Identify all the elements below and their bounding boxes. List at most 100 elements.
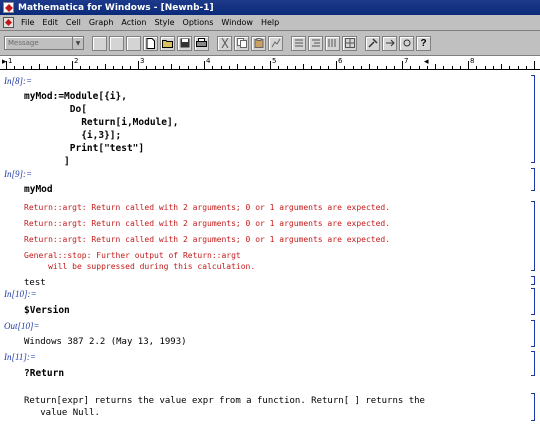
print-output: test bbox=[24, 278, 46, 288]
menu-bar: File Edit Cell Graph Action Style Option… bbox=[0, 15, 540, 31]
in8-line-3: Return[i,Module], bbox=[24, 117, 179, 128]
in8-line-4: {i,3}]; bbox=[24, 130, 122, 141]
title-bar: Mathematica for Windows - [Newnb-1] bbox=[0, 0, 540, 15]
help-text-line-2: value Null. bbox=[24, 408, 100, 418]
cell-bracket[interactable] bbox=[531, 393, 535, 421]
notebook[interactable]: In[8]:= myMod:=Module[{i}, Do[ Return[i,… bbox=[0, 71, 540, 444]
ruler-tick bbox=[39, 64, 40, 69]
options-icon[interactable] bbox=[399, 35, 414, 51]
cell-bracket[interactable] bbox=[531, 168, 535, 191]
mathematica-app-icon[interactable] bbox=[3, 2, 14, 13]
run-icon[interactable] bbox=[382, 35, 397, 51]
cell-bracket[interactable] bbox=[531, 320, 535, 347]
tools-icon[interactable] bbox=[365, 35, 380, 51]
in9-label: In[9]:= bbox=[4, 169, 33, 179]
menu-window[interactable]: Window bbox=[217, 18, 257, 27]
ruler-tick bbox=[212, 66, 214, 69]
ruler-tick bbox=[352, 66, 354, 69]
ruler-tick bbox=[468, 61, 469, 69]
ruler-tick bbox=[303, 64, 304, 69]
menu-edit[interactable]: Edit bbox=[38, 18, 62, 27]
cell-bracket[interactable] bbox=[531, 75, 535, 163]
ruler-tick bbox=[63, 66, 65, 69]
ruler-tick bbox=[443, 66, 445, 69]
ruler-tick bbox=[459, 66, 461, 69]
chevron-down-icon[interactable]: ▼ bbox=[72, 37, 83, 49]
in8-input-cell[interactable]: myMod:=Module[{i}, Do[ Return[i,Module],… bbox=[24, 90, 178, 168]
ruler-tick bbox=[22, 66, 24, 69]
ruler-tick bbox=[344, 66, 346, 69]
in10-input-cell[interactable]: $Version bbox=[24, 305, 70, 316]
ruler-tick bbox=[369, 64, 370, 69]
cell-bracket[interactable] bbox=[531, 201, 535, 271]
ruler-number: 4 bbox=[206, 57, 211, 65]
graph-icon[interactable] bbox=[268, 35, 283, 51]
copy-icon[interactable] bbox=[234, 35, 249, 51]
ruler-tick bbox=[187, 66, 189, 69]
ruler-tick bbox=[509, 66, 511, 69]
system-menu-icon[interactable] bbox=[2, 17, 14, 29]
ruler-tick bbox=[220, 66, 222, 69]
menu-graph[interactable]: Graph bbox=[85, 18, 118, 27]
menu-style[interactable]: Style bbox=[150, 18, 178, 27]
cell-bracket[interactable] bbox=[531, 351, 535, 376]
ruler-tick bbox=[525, 66, 527, 69]
print-icon[interactable] bbox=[194, 35, 209, 51]
ruler-tick bbox=[171, 64, 172, 69]
ruler-tick bbox=[319, 66, 321, 69]
ruler-tick bbox=[30, 66, 32, 69]
toolbar-button-blank-2[interactable] bbox=[109, 35, 124, 51]
new-file-icon[interactable] bbox=[143, 35, 158, 51]
ruler-tick bbox=[96, 66, 98, 69]
cut-icon[interactable] bbox=[217, 35, 232, 51]
ruler-tick bbox=[393, 66, 395, 69]
in11-label: In[11]:= bbox=[4, 352, 36, 362]
ruler-number: 2 bbox=[74, 57, 79, 65]
ruler-tick bbox=[121, 66, 123, 69]
save-disk-icon[interactable] bbox=[177, 35, 192, 51]
ruler-tick bbox=[105, 64, 106, 69]
paste-icon[interactable] bbox=[251, 35, 266, 51]
ruler-tick bbox=[14, 66, 16, 69]
ruler-tick bbox=[484, 66, 486, 69]
ruler-tick bbox=[270, 61, 271, 69]
toolbar-button-blank-1[interactable] bbox=[92, 35, 107, 51]
ruler-tick bbox=[501, 64, 502, 69]
ruler-tick bbox=[410, 66, 412, 69]
ruler-tick bbox=[311, 66, 313, 69]
right-margin-marker[interactable]: ◂ bbox=[424, 58, 429, 67]
toolbar: Message ▼ ? bbox=[0, 31, 540, 56]
menu-cell[interactable]: Cell bbox=[62, 18, 85, 27]
help-question-icon[interactable]: ? bbox=[416, 35, 431, 51]
ruler-number: 7 bbox=[404, 57, 409, 65]
ruler-tick bbox=[278, 66, 280, 69]
ruler-tick bbox=[154, 66, 156, 69]
cell-style-select[interactable]: Message ▼ bbox=[4, 36, 84, 50]
lines-icon[interactable] bbox=[325, 35, 340, 51]
ruler-tick bbox=[253, 66, 255, 69]
menu-options[interactable]: Options bbox=[179, 18, 218, 27]
in11-input-cell[interactable]: ?Return bbox=[24, 368, 64, 379]
left-margin-marker[interactable]: ▸ bbox=[2, 58, 7, 67]
toolbar-button-blank-3[interactable] bbox=[126, 35, 141, 51]
menu-file[interactable]: File bbox=[17, 18, 38, 27]
ruler-tick bbox=[88, 66, 90, 69]
menu-help[interactable]: Help bbox=[257, 18, 283, 27]
align-icon[interactable] bbox=[291, 35, 306, 51]
help-text-line-1: Return[expr] returns the value expr from… bbox=[24, 396, 425, 406]
cell-bracket[interactable] bbox=[531, 276, 535, 285]
cell-bracket[interactable] bbox=[531, 288, 535, 315]
open-folder-icon[interactable] bbox=[160, 35, 175, 51]
window-title: Mathematica for Windows - [Newnb-1] bbox=[18, 2, 214, 13]
in9-input-cell[interactable]: myMod bbox=[24, 184, 53, 195]
ruler-tick bbox=[162, 66, 164, 69]
ruler-number: 5 bbox=[272, 57, 277, 65]
ruler-tick bbox=[476, 66, 478, 69]
ruler-tick bbox=[80, 66, 82, 69]
ruler-tick bbox=[72, 61, 73, 69]
ruler-tick bbox=[435, 64, 436, 69]
menu-action[interactable]: Action bbox=[117, 18, 150, 27]
list-icon[interactable] bbox=[308, 35, 323, 51]
grid-icon[interactable] bbox=[342, 35, 357, 51]
ruler-tick bbox=[294, 66, 296, 69]
